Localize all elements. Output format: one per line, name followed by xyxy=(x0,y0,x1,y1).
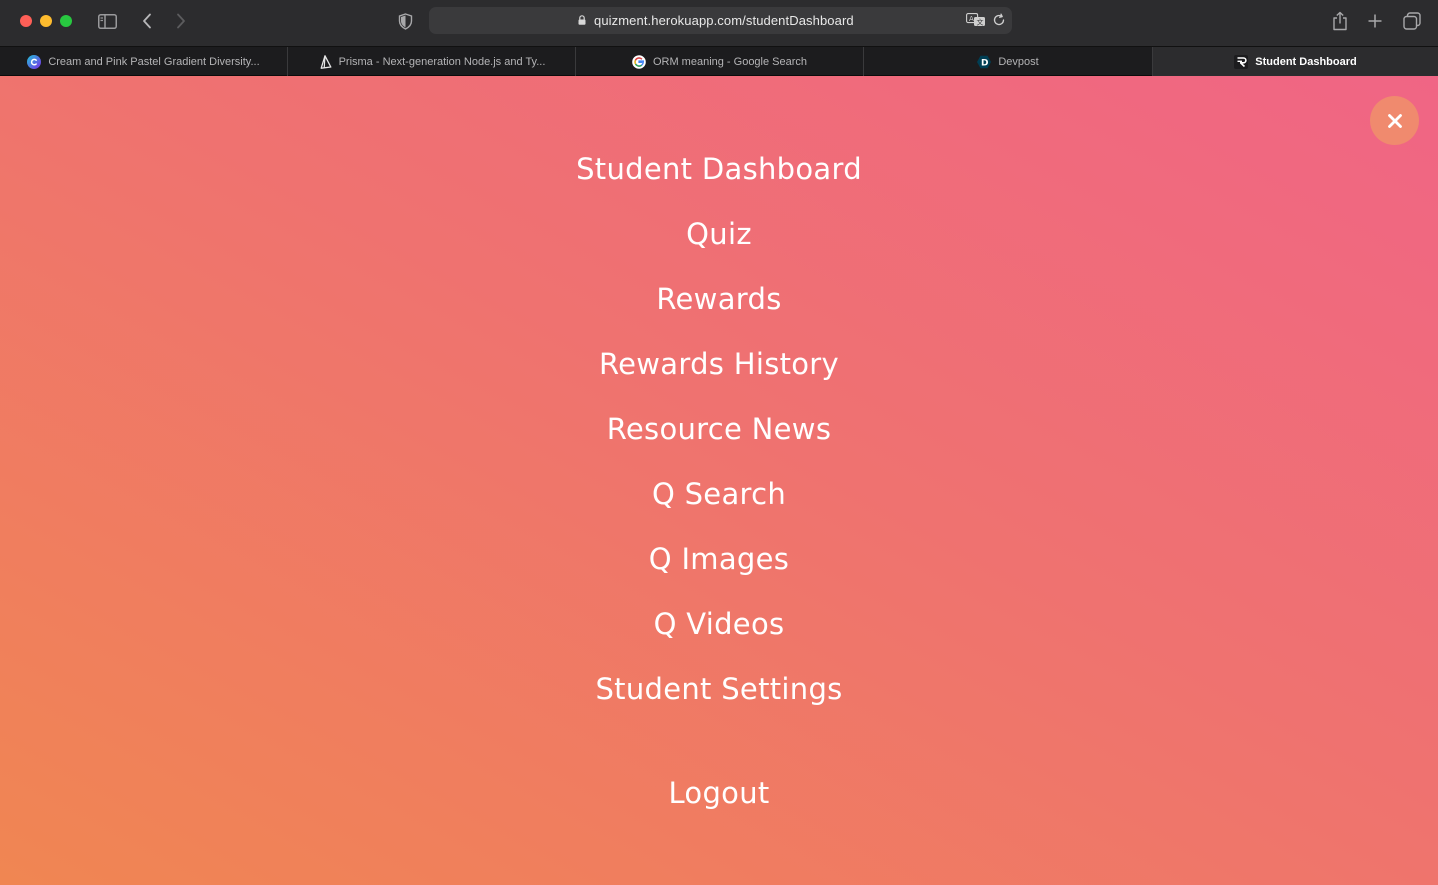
new-tab-plus-icon[interactable] xyxy=(1365,10,1385,32)
menu-item-student-dashboard[interactable]: Student Dashboard xyxy=(0,151,1438,187)
sidebar-toggle-icon[interactable] xyxy=(96,10,118,32)
lock-icon xyxy=(578,15,586,25)
minimize-window-button[interactable] xyxy=(40,15,52,27)
tab-label: Prisma - Next-generation Node.js and Ty.… xyxy=(338,55,546,68)
devpost-icon: D xyxy=(977,55,992,69)
tab-label: Cream and Pink Pastel Gradient Diversity… xyxy=(48,55,260,68)
quizment-icon xyxy=(1234,54,1249,69)
menu-item-rewards-history[interactable]: Rewards History xyxy=(0,346,1438,382)
tab-bar: Cream and Pink Pastel Gradient Diversity… xyxy=(0,46,1438,76)
google-icon xyxy=(632,54,646,69)
back-arrow-icon[interactable] xyxy=(138,10,156,32)
menu-item-rewards[interactable]: Rewards xyxy=(0,281,1438,317)
close-menu-button[interactable] xyxy=(1370,96,1419,145)
svg-text:D: D xyxy=(981,58,988,68)
menu-item-quiz[interactable]: Quiz xyxy=(0,216,1438,252)
logout-button[interactable]: Logout xyxy=(0,775,1438,811)
menu-item-student-settings[interactable]: Student Settings xyxy=(0,671,1438,707)
svg-text:文: 文 xyxy=(977,18,984,27)
maximize-window-button[interactable] xyxy=(60,15,72,27)
menu-item-q-images[interactable]: Q Images xyxy=(0,541,1438,577)
share-icon[interactable] xyxy=(1329,10,1351,32)
tab-google-search[interactable]: ORM meaning - Google Search xyxy=(576,47,864,76)
tab-canva[interactable]: Cream and Pink Pastel Gradient Diversity… xyxy=(0,47,288,76)
menu-item-q-search[interactable]: Q Search xyxy=(0,476,1438,512)
privacy-shield-icon[interactable] xyxy=(396,10,414,32)
tab-devpost[interactable]: D Devpost xyxy=(864,47,1153,76)
reload-icon[interactable] xyxy=(992,13,1006,27)
translate-icon[interactable]: A文 xyxy=(966,13,986,27)
menu-item-q-videos[interactable]: Q Videos xyxy=(0,606,1438,642)
tab-prisma[interactable]: Prisma - Next-generation Node.js and Ty.… xyxy=(288,47,576,76)
tab-student-dashboard[interactable]: Student Dashboard xyxy=(1153,47,1438,76)
tab-overview-icon[interactable] xyxy=(1401,10,1423,32)
prisma-icon xyxy=(318,54,332,69)
url-text: quizment.herokuapp.com/studentDashboard xyxy=(594,13,854,28)
svg-text:A: A xyxy=(969,15,974,23)
close-icon xyxy=(1387,113,1402,128)
address-bar[interactable]: quizment.herokuapp.com/studentDashboard … xyxy=(429,7,1012,34)
canva-icon xyxy=(27,54,42,69)
close-window-button[interactable] xyxy=(20,15,32,27)
tab-label: Devpost xyxy=(998,55,1039,68)
tab-label: Student Dashboard xyxy=(1255,55,1357,68)
forward-arrow-icon[interactable] xyxy=(172,10,190,32)
browser-toolbar: quizment.herokuapp.com/studentDashboard … xyxy=(0,0,1438,46)
tab-label: ORM meaning - Google Search xyxy=(652,55,808,68)
menu-item-resource-news[interactable]: Resource News xyxy=(0,411,1438,447)
menu-overlay: Student Dashboard Quiz Rewards Rewards H… xyxy=(0,76,1438,885)
